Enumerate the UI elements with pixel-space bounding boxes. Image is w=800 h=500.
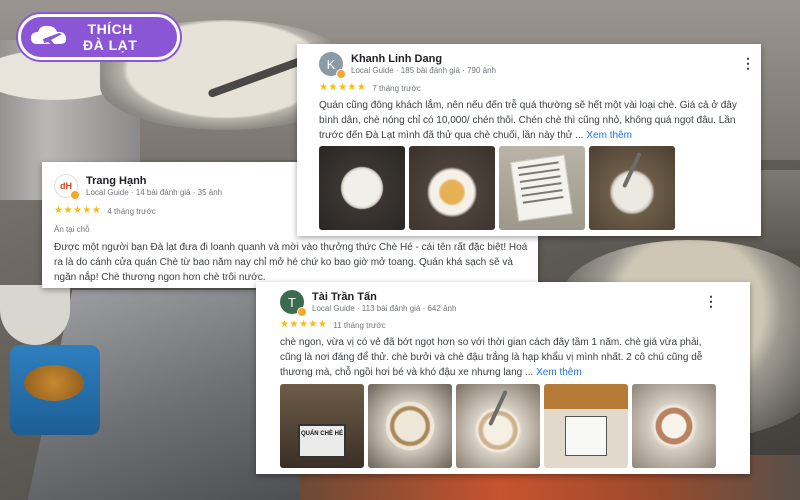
review-photo[interactable] [319,146,405,230]
review-time: 7 tháng trước [372,83,421,93]
review-card-khanh: K Khanh Linh Dang Local Guide · 185 bài … [297,44,761,236]
see-more-link[interactable]: Xem thêm [586,130,632,141]
review-photos: QUÁN CHÈ HÉ [280,384,720,468]
avatar[interactable]: K [319,52,346,79]
background-bowl [0,285,70,345]
star-icon: ★ [328,82,338,93]
review-photo[interactable] [544,384,628,468]
local-guide-badge-icon [336,69,346,79]
background-basket [10,345,100,435]
reviewer-name[interactable]: Tài Trần Tấn [312,291,456,303]
star-rating: ★ ★ ★ ★ ★ [54,206,101,216]
shop-sign-text: QUÁN CHÈ HÉ [300,431,343,438]
review-time: 4 tháng trước [107,206,156,216]
local-guide-badge-icon [297,307,307,317]
brand-line-2: ĐÀ LẠT [83,37,138,53]
review-photo[interactable] [368,384,452,468]
dine-type: Ăn tại chỗ [54,225,90,234]
review-photo[interactable] [632,384,716,468]
review-text: Quán cũng đông khách lắm, nên nếu đến tr… [319,100,737,141]
review-card-tai: T Tài Trần Tấn Local Guide · 113 bài đán… [256,282,750,474]
reviewer-name[interactable]: Khanh Linh Dang [351,53,496,65]
reviewer-meta: Local Guide · 113 bài đánh giá · 642 ảnh [312,304,457,313]
star-icon: ★ [72,205,82,216]
brand-text: THÍCH ĐÀ LẠT [83,21,137,53]
review-time: 11 tháng trước [333,320,386,330]
review-photo[interactable] [589,146,675,230]
see-more-link[interactable]: Xem thêm [536,367,582,378]
review-text: Được một người bạn Đà lạt đưa đi loanh q… [54,242,528,283]
reviewer-meta: Local Guide · 14 bài đánh giá · 35 ảnh [86,188,223,197]
local-guide-badge-icon [70,190,80,200]
brand-line-1: THÍCH [87,21,133,37]
star-icon: ★ [298,319,308,330]
more-options-icon[interactable]: ⋮ [741,56,755,70]
review-photo[interactable] [499,146,585,230]
review-photo[interactable]: QUÁN CHÈ HÉ [280,384,364,468]
review-photos [319,146,679,230]
review-text: chè ngon, vừa vị có vẻ đã bớt ngọt hơn s… [280,337,703,378]
star-rating: ★ ★ ★ ★ ★ [319,83,366,93]
avatar[interactable]: T [280,290,307,317]
star-icon: ★ [317,319,327,330]
reviewer-meta: Local Guide · 185 bài đánh giá · 790 ảnh [351,66,496,75]
more-options-icon[interactable]: ⋮ [704,294,718,308]
review-photo[interactable] [409,146,495,230]
star-icon: ★ [319,82,328,93]
star-icon: ★ [54,205,63,216]
cloud-airplane-icon [29,22,71,52]
star-rating: ★ ★ ★ ★ ★ [280,320,327,330]
star-icon: ★ [289,319,299,330]
star-icon: ★ [308,319,318,330]
brand-badge: THÍCH ĐÀ LẠT [18,14,180,60]
avatar[interactable]: dH [54,174,80,200]
reviewer-name[interactable]: Trang Hạnh [86,175,222,187]
review-photo[interactable] [456,384,540,468]
star-icon: ★ [356,82,366,93]
star-icon: ★ [280,319,289,330]
star-icon: ★ [337,82,347,93]
star-icon: ★ [82,205,92,216]
star-icon: ★ [347,82,357,93]
star-icon: ★ [91,205,101,216]
star-icon: ★ [63,205,73,216]
